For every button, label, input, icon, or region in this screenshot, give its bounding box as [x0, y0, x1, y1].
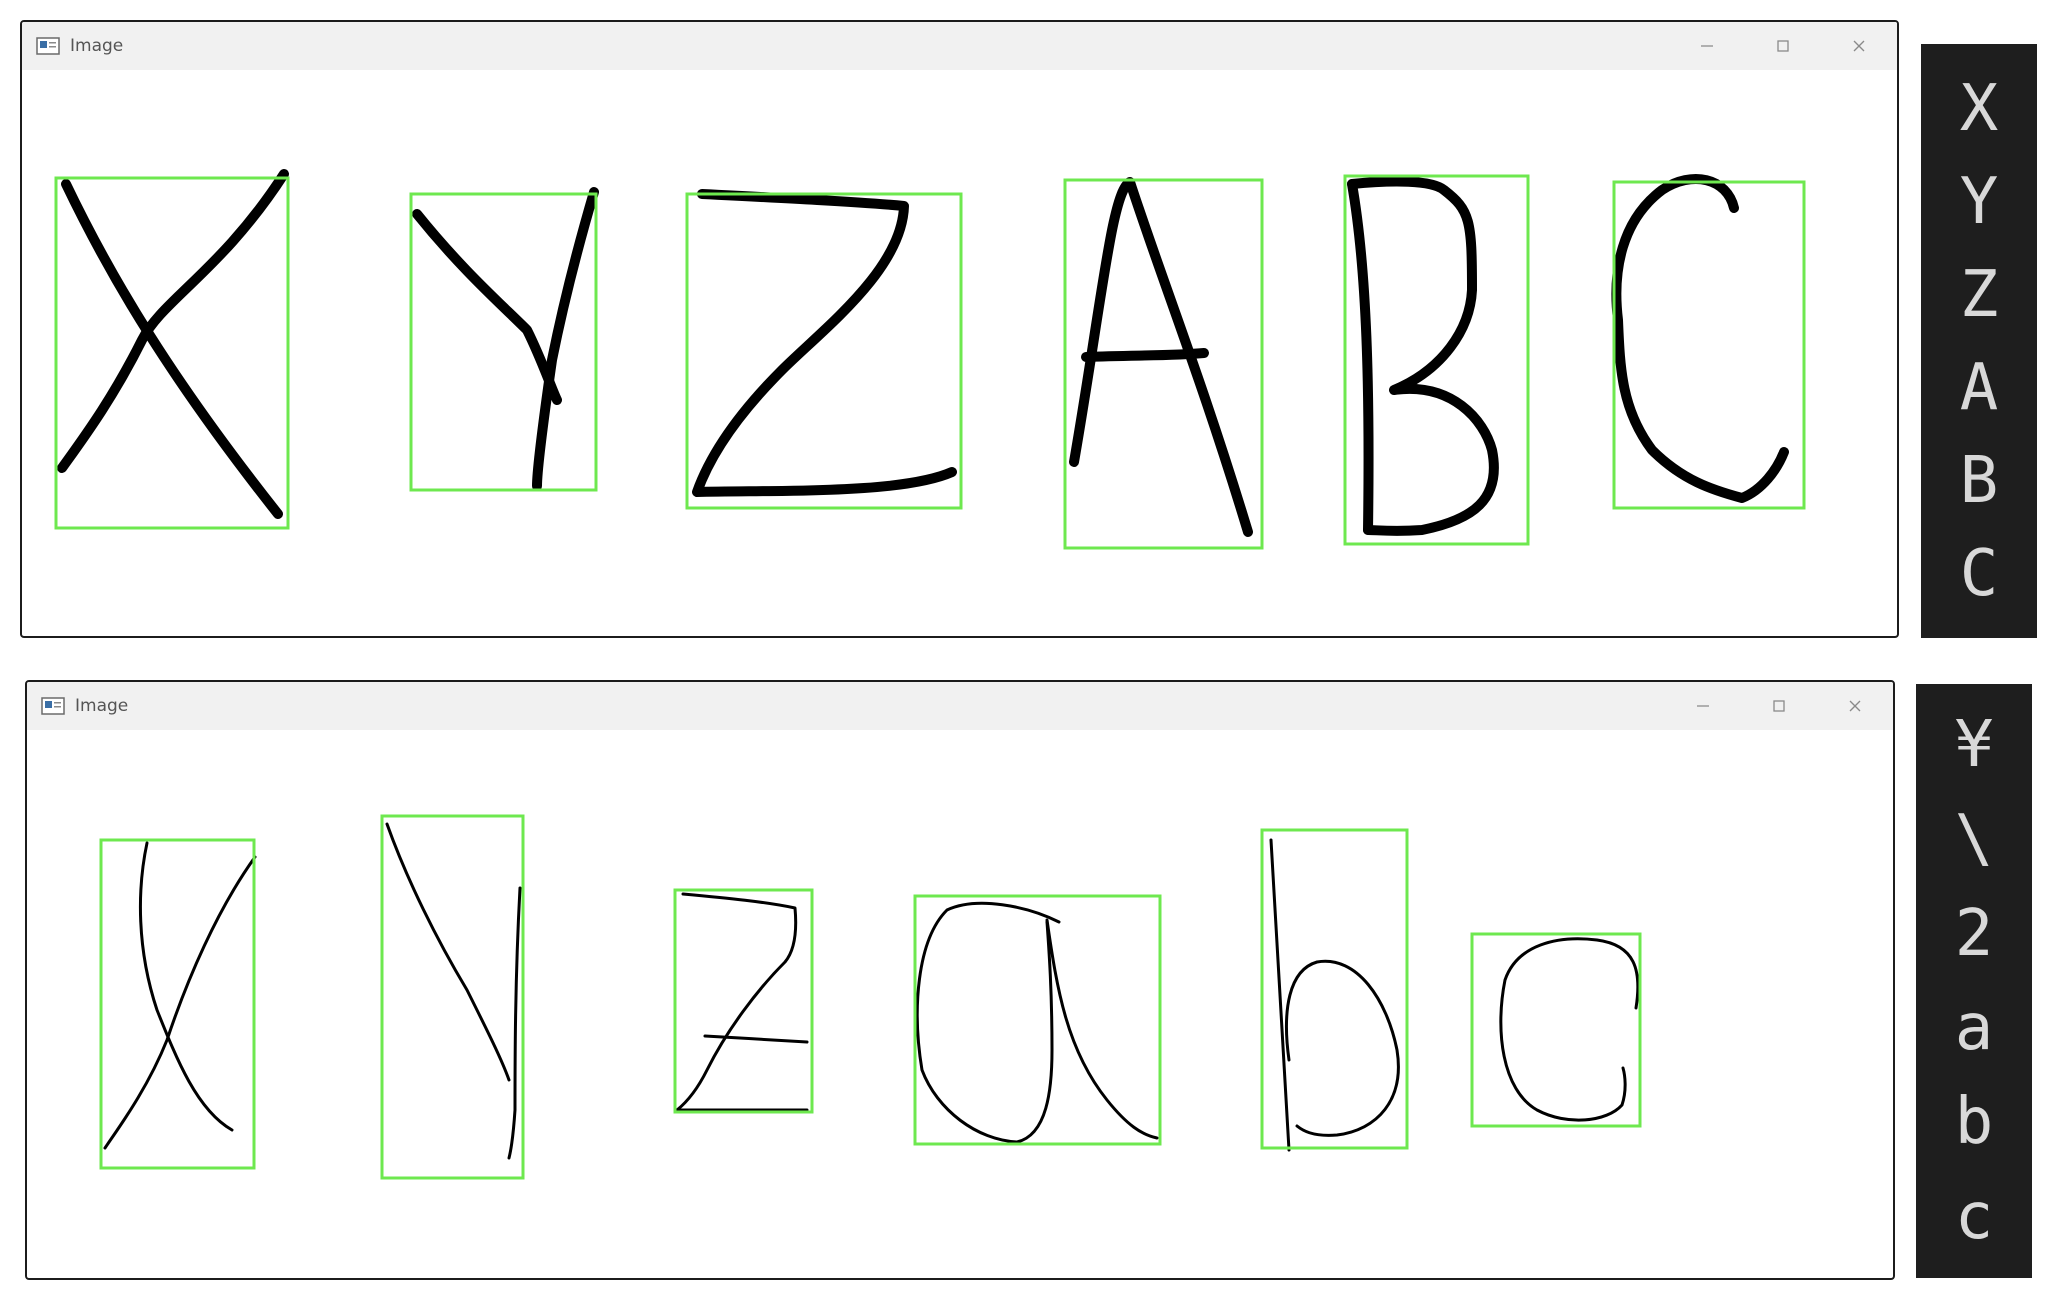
window-controls [1669, 22, 1897, 70]
close-button[interactable] [1817, 682, 1893, 730]
image-canvas [27, 730, 1893, 1278]
handwritten-b [1269, 838, 1400, 1152]
detection-box [685, 192, 963, 510]
title-bar[interactable]: Image [22, 22, 1897, 70]
recognition-output-panel-bottom: ¥ \ 2 a b c [1916, 684, 2032, 1278]
maximize-icon [1777, 40, 1789, 52]
handwriting-canvas [99, 814, 1642, 1180]
handwritten-c [1499, 937, 1640, 1122]
recognized-char: ¥ [1954, 708, 1994, 783]
window-title: Image [75, 696, 129, 716]
detection-box [913, 894, 1162, 1146]
recognized-char: c [1954, 1179, 1994, 1254]
handwritten-a [915, 901, 1159, 1144]
minimize-button[interactable] [1665, 682, 1741, 730]
handwritten-y [385, 822, 522, 1160]
recognized-char: b [1954, 1085, 1994, 1160]
minimize-button[interactable] [1669, 22, 1745, 70]
recognized-char: Z [1959, 257, 1999, 332]
handwritten-X [57, 169, 289, 519]
recognized-char: a [1954, 991, 1994, 1066]
handwritten-Z [692, 189, 957, 497]
recognized-char: C [1959, 536, 1999, 611]
image-window-top: Image [20, 20, 1899, 638]
handwritten-z [675, 892, 809, 1112]
window-title: Image [70, 36, 124, 56]
title-bar[interactable]: Image [27, 682, 1893, 730]
image-canvas [22, 70, 1897, 636]
bounding-boxes [99, 814, 1642, 1180]
maximize-icon [1773, 700, 1785, 712]
minimize-icon [1697, 705, 1709, 707]
image-window-bottom: Image [25, 680, 1895, 1280]
handwritten-C [1611, 174, 1789, 503]
image-window-icon [36, 37, 60, 55]
recognized-char: \ [1954, 802, 1994, 877]
window-controls [1665, 682, 1893, 730]
detection-box [380, 814, 525, 1180]
handwritten-A [1069, 177, 1253, 537]
handwritten-Y [412, 187, 599, 491]
handwritten-x [103, 841, 257, 1150]
detection-box [1260, 828, 1409, 1150]
maximize-button[interactable] [1741, 682, 1817, 730]
recognized-char: 2 [1954, 896, 1994, 971]
bounding-boxes [54, 174, 1806, 550]
recognized-char: X [1959, 71, 1999, 146]
minimize-icon [1701, 45, 1713, 47]
detection-box [673, 888, 814, 1114]
close-icon [1849, 700, 1861, 712]
recognized-char: A [1959, 350, 1999, 425]
close-icon [1853, 40, 1865, 52]
recognized-char: B [1959, 443, 1999, 518]
handwriting-canvas [54, 169, 1806, 550]
close-button[interactable] [1821, 22, 1897, 70]
maximize-button[interactable] [1745, 22, 1821, 70]
recognized-char: Y [1959, 164, 1999, 239]
image-window-icon [41, 697, 65, 715]
detection-box [1470, 932, 1642, 1128]
recognition-output-panel-top: X Y Z A B C [1921, 44, 2037, 638]
handwritten-B [1347, 176, 1499, 536]
